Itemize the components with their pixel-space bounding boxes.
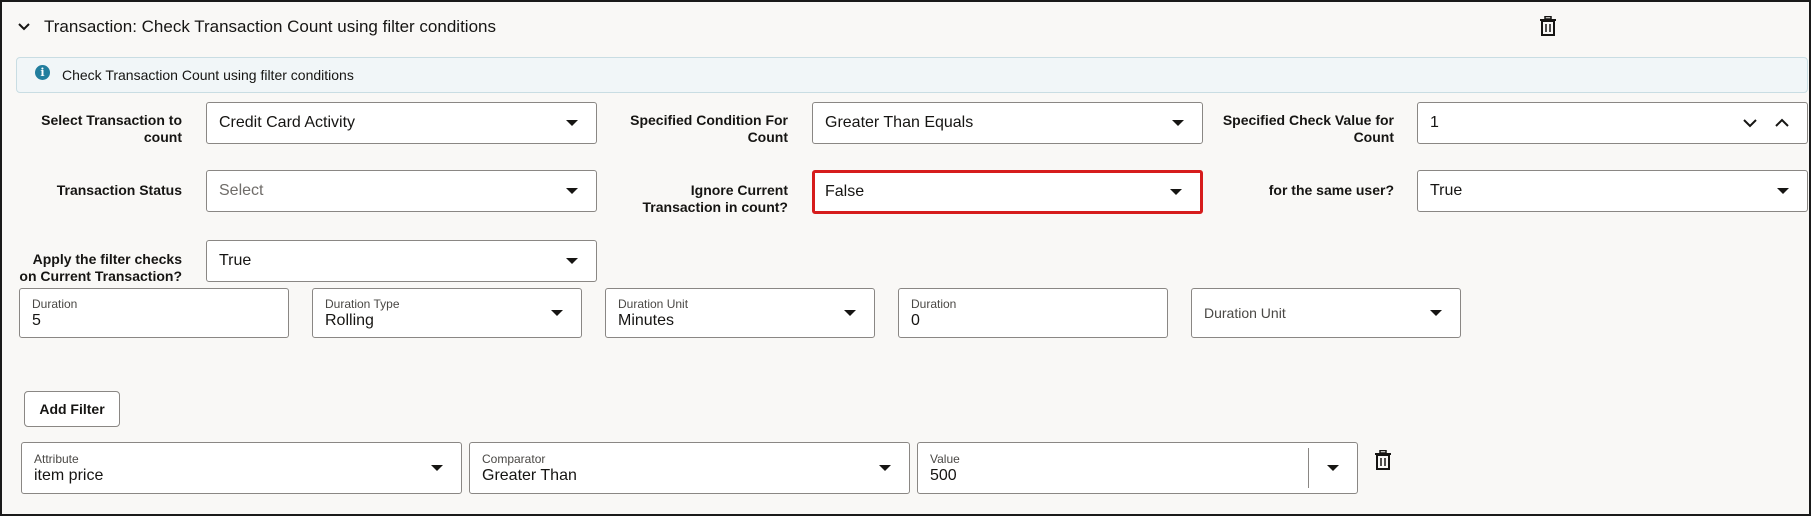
apply-filter-value: True	[219, 252, 252, 269]
condition-dropdown[interactable]: Greater Than Equals	[812, 102, 1203, 144]
duration-unit-dropdown[interactable]: Duration Unit Minutes	[605, 288, 875, 338]
caret-down-icon	[1170, 189, 1182, 195]
ignore-current-dropdown[interactable]: False	[812, 170, 1203, 214]
attribute-label: Attribute	[34, 451, 79, 466]
chevron-down-icon[interactable]	[1743, 118, 1757, 128]
info-icon: i	[35, 64, 50, 80]
chevron-up-icon[interactable]	[1775, 118, 1789, 128]
duration-2-label: Duration	[911, 296, 957, 311]
caret-down-icon	[1430, 310, 1442, 316]
info-banner: i Check Transaction Count using filter c…	[16, 57, 1808, 93]
same-user-label: for the same user?	[1268, 182, 1394, 198]
value-divider	[1308, 448, 1309, 488]
duration-value[interactable]: 5	[32, 311, 288, 330]
transaction-status-placeholder: Select	[219, 182, 264, 199]
comparator-value: Greater Than	[482, 466, 577, 484]
caret-down-icon[interactable]	[1327, 465, 1339, 471]
condition-value: Greater Than Equals	[825, 114, 974, 131]
check-value-label: Specified Check Value for Count	[1222, 112, 1394, 145]
add-filter-button[interactable]: Add Filter	[24, 391, 120, 427]
apply-filter-dropdown[interactable]: True	[206, 240, 597, 282]
caret-down-icon	[879, 465, 891, 471]
caret-down-icon	[1172, 120, 1184, 126]
chevron-down-icon[interactable]	[16, 19, 32, 35]
duration-unit-2-label: Duration Unit	[1204, 305, 1286, 321]
comparator-dropdown[interactable]: Comparator Greater Than	[469, 442, 910, 494]
apply-filter-label: Apply the filter checks on Current Trans…	[19, 251, 182, 284]
caret-down-icon	[431, 465, 443, 471]
duration-type-value: Rolling	[325, 311, 374, 329]
transaction-status-dropdown[interactable]: Select	[206, 170, 597, 212]
ignore-current-value: False	[825, 183, 865, 200]
select-transaction-value: Credit Card Activity	[219, 114, 356, 131]
duration-unit-value: Minutes	[618, 311, 675, 329]
caret-down-icon	[566, 258, 578, 264]
ignore-current-label: Ignore Current Transaction in count?	[642, 182, 788, 215]
select-transaction-label: Select Transaction to count	[41, 112, 182, 145]
duration-input[interactable]: Duration 5	[19, 288, 289, 338]
info-text: Check Transaction Count using filter con…	[62, 67, 354, 83]
delete-filter-trash-icon[interactable]	[1372, 448, 1394, 472]
attribute-value: item price	[34, 466, 104, 484]
caret-down-icon	[1777, 188, 1789, 194]
rule-panel: Transaction: Check Transaction Count usi…	[0, 0, 1811, 516]
caret-down-icon	[566, 188, 578, 194]
same-user-dropdown[interactable]: True	[1417, 170, 1808, 212]
value-input[interactable]: 500	[930, 466, 1308, 485]
delete-rule-trash-icon[interactable]	[1537, 14, 1559, 38]
caret-down-icon	[566, 120, 578, 126]
transaction-status-label: Transaction Status	[56, 182, 182, 198]
duration-2-input[interactable]: Duration 0	[898, 288, 1168, 338]
duration-unit-2-dropdown[interactable]: Duration Unit	[1191, 288, 1461, 338]
check-value-stepper[interactable]: 1	[1417, 102, 1808, 144]
duration-unit-label: Duration Unit	[618, 296, 689, 311]
comparator-label: Comparator	[482, 451, 546, 466]
caret-down-icon	[844, 310, 856, 316]
caret-down-icon	[551, 310, 563, 316]
duration-type-dropdown[interactable]: Duration Type Rolling	[312, 288, 582, 338]
duration-label: Duration	[32, 296, 78, 311]
duration-type-label: Duration Type	[325, 296, 400, 311]
value-combobox[interactable]: Value 500	[917, 442, 1358, 494]
condition-label: Specified Condition For Count	[630, 112, 788, 145]
panel-header[interactable]: Transaction: Check Transaction Count usi…	[16, 14, 496, 40]
check-value-input[interactable]: 1	[1430, 114, 1743, 132]
attribute-dropdown[interactable]: Attribute item price	[21, 442, 462, 494]
panel-title: Transaction: Check Transaction Count usi…	[44, 17, 496, 36]
same-user-value: True	[1430, 182, 1463, 199]
select-transaction-dropdown[interactable]: Credit Card Activity	[206, 102, 597, 144]
duration-2-value[interactable]: 0	[911, 311, 1167, 330]
value-label: Value	[930, 451, 960, 466]
